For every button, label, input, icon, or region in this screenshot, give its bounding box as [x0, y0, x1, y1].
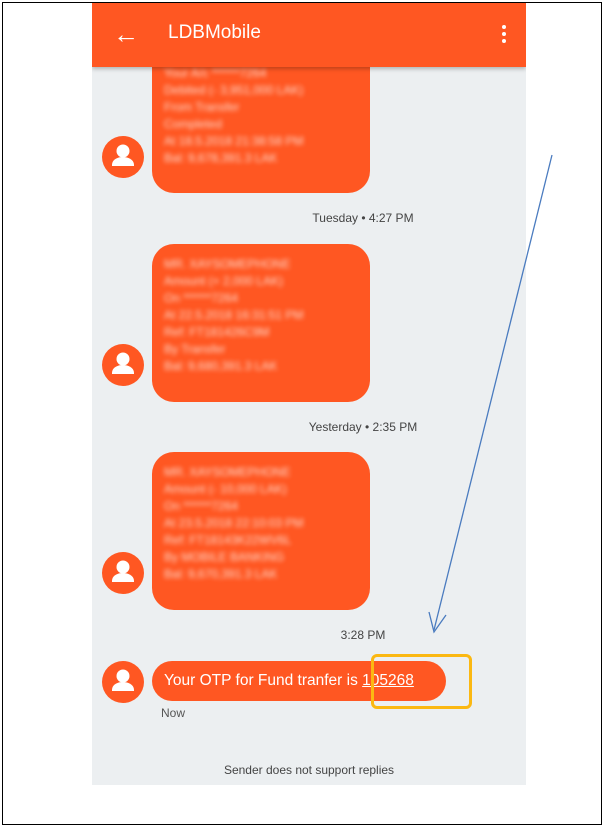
more-vert-icon[interactable] — [494, 19, 514, 49]
annotation-arrow — [428, 154, 553, 634]
app-bar: ← LDBMobile — [92, 3, 526, 67]
conversation-title: LDBMobile — [168, 22, 261, 43]
arrow-back-icon[interactable]: ← — [112, 17, 140, 51]
